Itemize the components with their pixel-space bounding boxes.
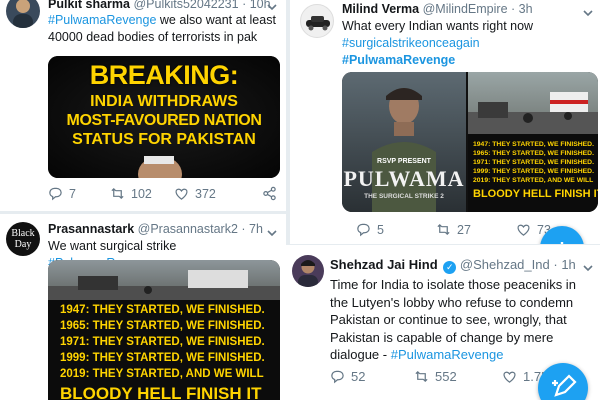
tweet-image[interactable]: RSVP PRESENT PULWAMA THE SURGICAL STRIKE… [342, 72, 598, 212]
compose-button[interactable] [540, 226, 584, 244]
compose-button[interactable] [538, 363, 588, 400]
tweet-pulkit[interactable]: Pulkit sharma @Pulkits52042231 · 10h #Pu… [0, 0, 286, 212]
timeline-line: 1965: THEY STARTED, WE FINISHED. [473, 150, 594, 157]
timeline-line: 1999: THEY STARTED, WE FINISHED. [473, 168, 594, 175]
timeline-line: 1947: THEY STARTED, WE FINISHED. [60, 304, 265, 316]
timeline-line: 1947: THEY STARTED, WE FINISHED. [473, 141, 594, 148]
avatar-text: Black Day [11, 228, 35, 250]
retweet-button[interactable]: 552 [414, 369, 457, 384]
reply-icon [49, 187, 62, 201]
compose-icon [552, 374, 577, 397]
handle[interactable]: @MilindEmpire [423, 2, 508, 16]
avatar[interactable] [6, 0, 40, 28]
poster-title: PULWAMA [343, 166, 465, 191]
timeline-panel: 1947: THEY STARTED, WE FINISHED. 1965: T… [468, 134, 598, 212]
hashtag-link[interactable]: #PulwamaRevenge [342, 52, 592, 69]
like-count: 372 [195, 186, 216, 201]
handle[interactable]: @Pulkits52042231 [133, 0, 238, 11]
reply-button[interactable]: 52 [330, 369, 365, 384]
poster-subtitle: THE SURGICAL STRIKE 2 [364, 193, 444, 200]
tweet-header: Pulkit sharma @Pulkits52042231 · 10h [48, 0, 271, 11]
timeline-line: 2019: THEY STARTED, AND WE WILL [60, 368, 264, 380]
reply-count: 52 [351, 369, 366, 384]
attack-scene [48, 260, 280, 300]
retweet-icon [437, 223, 450, 236]
tweet-prasannastark[interactable]: Black Day Prasannastark @Prasannastark2 … [0, 214, 286, 400]
tweet-text: #PulwamaRevenge we also want at least 40… [48, 13, 276, 44]
timeline-line: 1999: THEY STARTED, WE FINISHED. [60, 352, 265, 364]
timestamp[interactable]: 1h [561, 257, 575, 272]
retweet-button[interactable]: 102 [110, 186, 152, 201]
display-name[interactable]: Pulkit sharma [48, 0, 130, 11]
closing-line: BLOODY HELL FINISH IT [60, 384, 262, 400]
like-button[interactable]: 372 [174, 186, 216, 201]
reply-count: 7 [69, 186, 76, 201]
tweet-actions: 7 102 372 [48, 186, 280, 204]
retweet-button[interactable]: 27 [436, 222, 471, 237]
chevron-down-icon[interactable] [266, 226, 278, 238]
retweet-count: 552 [435, 369, 457, 384]
display-name[interactable]: Prasannastark [48, 222, 134, 236]
movie-poster: RSVP PRESENT PULWAMA THE SURGICAL STRIKE… [342, 72, 466, 212]
retweet-icon [111, 187, 124, 200]
tweet-header: Milind Verma @MilindEmpire · 3h [342, 2, 533, 16]
heart-icon [503, 371, 516, 383]
retweet-icon [415, 370, 428, 383]
hashtag-link[interactable]: #surgicalstrikeonceagain [342, 35, 592, 52]
breaking-headline: BREAKING: [89, 60, 239, 90]
retweet-count: 27 [457, 222, 471, 237]
timestamp[interactable]: 7h [249, 222, 263, 236]
tweet-image[interactable]: BREAKING: INDIA WITHDRAWS MOST-FAVOURED … [48, 56, 280, 178]
retweet-count: 102 [131, 186, 152, 201]
image-line-2: MOST-FAVOURED NATION [66, 112, 262, 129]
compose-icon [560, 242, 564, 244]
reply-button[interactable]: 5 [356, 222, 384, 237]
heart-icon [517, 224, 530, 236]
image-line-3: STATUS FOR PAKISTAN [72, 131, 256, 148]
tweet-header: Shehzad Jai Hind ✓ @Shehzad_Ind · 1h [330, 257, 576, 274]
timeline-line: 1971: THEY STARTED, WE FINISHED. [473, 159, 594, 166]
display-name[interactable]: Shehzad Jai Hind [330, 257, 438, 272]
timeline-line: 1965: THEY STARTED, WE FINISHED. [60, 320, 265, 332]
timeline-line: 1971: THEY STARTED, WE FINISHED. [60, 336, 265, 348]
hashtag-link[interactable]: #PulwamaRevenge [391, 347, 504, 362]
timeline-line: 2019: THEY STARTED, AND WE WILL [473, 177, 594, 184]
heart-icon [175, 188, 188, 200]
tweet-header: Prasannastark @Prasannastark2 · 7h [48, 222, 263, 236]
tweet-text: What every Indian wants right now #surgi… [342, 18, 592, 69]
avatar[interactable]: Black Day [6, 222, 40, 256]
hashtag-link[interactable]: #PulwamaRevenge [48, 13, 156, 27]
tweet-image[interactable]: 1947: THEY STARTED, WE FINISHED. 1965: T… [48, 260, 280, 400]
image-line-1: INDIA WITHDRAWS [90, 93, 238, 110]
handle[interactable]: @Shehzad_Ind [460, 257, 550, 272]
reply-button[interactable]: 7 [48, 186, 76, 201]
share-icon [263, 186, 276, 201]
handle[interactable]: @Prasannastark2 [138, 222, 238, 236]
reply-icon [331, 370, 344, 384]
tweet-shehzad[interactable]: Shehzad Jai Hind ✓ @Shehzad_Ind · 1h Tim… [286, 244, 600, 400]
chevron-down-icon[interactable] [582, 261, 594, 273]
tweet-milind[interactable]: Milind Verma @MilindEmpire · 3h What eve… [290, 0, 600, 244]
tweet-text: Time for India to isolate those peacenik… [330, 277, 576, 362]
share-button[interactable] [262, 186, 277, 201]
avatar[interactable] [300, 4, 334, 38]
timestamp[interactable]: 3h [519, 2, 533, 16]
reply-count: 5 [377, 222, 384, 237]
attack-scene [468, 72, 598, 134]
chevron-down-icon[interactable] [266, 0, 278, 12]
chevron-down-icon[interactable] [582, 6, 594, 18]
poster-present: RSVP PRESENT [377, 158, 431, 165]
reply-icon [357, 223, 370, 237]
avatar[interactable] [292, 255, 324, 287]
display-name[interactable]: Milind Verma [342, 2, 419, 16]
verified-badge-icon: ✓ [443, 261, 457, 274]
closing-line: BLOODY HELL FINISH IT [473, 188, 598, 200]
